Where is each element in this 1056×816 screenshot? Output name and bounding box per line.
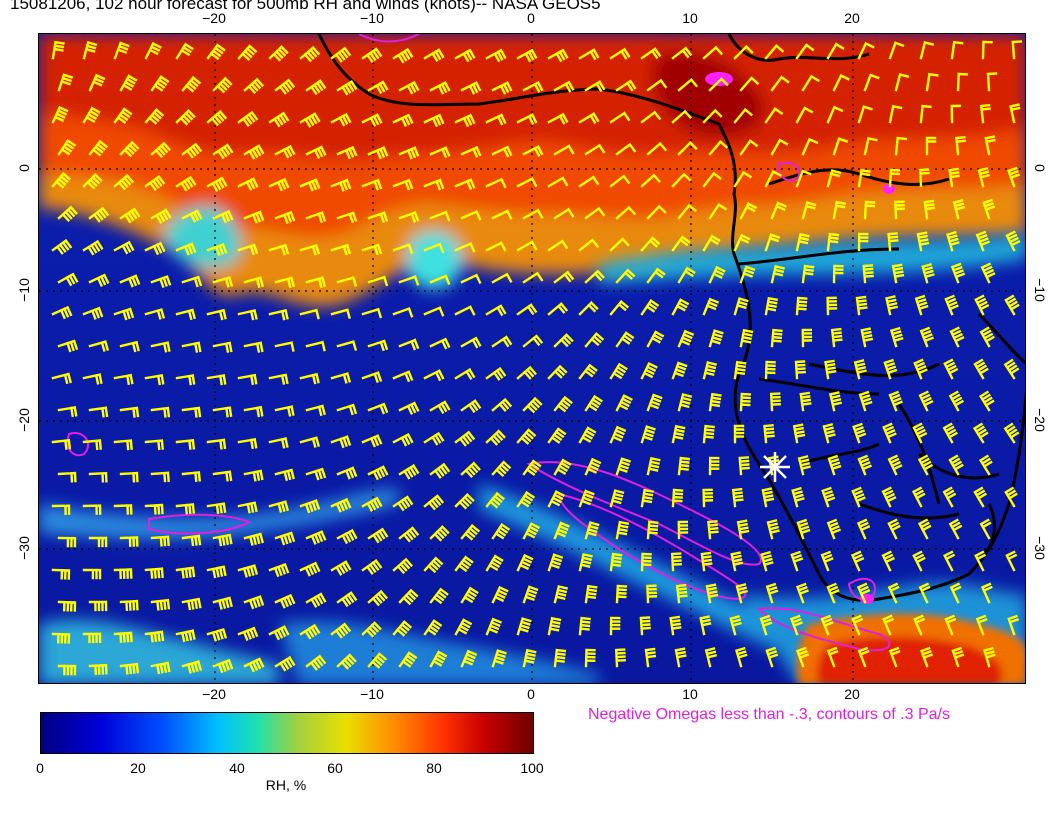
colorbar-tick: 20 [130,760,146,776]
x-tick-bottom: 10 [682,686,698,702]
colorbar-tick: 100 [520,760,544,776]
y-tick-left: −30 [16,536,32,560]
x-tick-bottom: 0 [527,686,535,702]
location-marker [760,452,790,482]
x-tick-top: 20 [844,10,860,26]
rh-colorbar [40,712,534,754]
y-tick-right: −30 [1032,536,1048,560]
x-tick-top: 0 [527,10,535,26]
y-tick-right: 0 [1032,164,1048,172]
x-tick-bottom: −10 [360,686,384,702]
colorbar-label: RH, % [265,777,307,793]
map-canvas [39,34,1025,683]
omega-legend-note: Negative Omegas less than -.3, contours … [588,706,950,723]
y-tick-left: 0 [16,164,32,172]
x-tick-bottom: 20 [844,686,860,702]
y-tick-right: −20 [1032,408,1048,432]
map-title: 15081206, 102 hour forecast for 500mb RH… [10,0,601,13]
y-tick-left: −10 [16,278,32,302]
x-tick-top: −20 [202,10,226,26]
colorbar-tick: 40 [229,760,245,776]
x-tick-bottom: −20 [202,686,226,702]
x-tick-top: 10 [682,10,698,26]
x-tick-top: −10 [360,10,384,26]
colorbar-tick: 80 [426,760,442,776]
rh-wind-map [38,33,1026,684]
colorbar-tick: 0 [36,760,44,776]
y-tick-left: −20 [16,408,32,432]
y-tick-right: −10 [1032,278,1048,302]
colorbar-tick: 60 [327,760,343,776]
